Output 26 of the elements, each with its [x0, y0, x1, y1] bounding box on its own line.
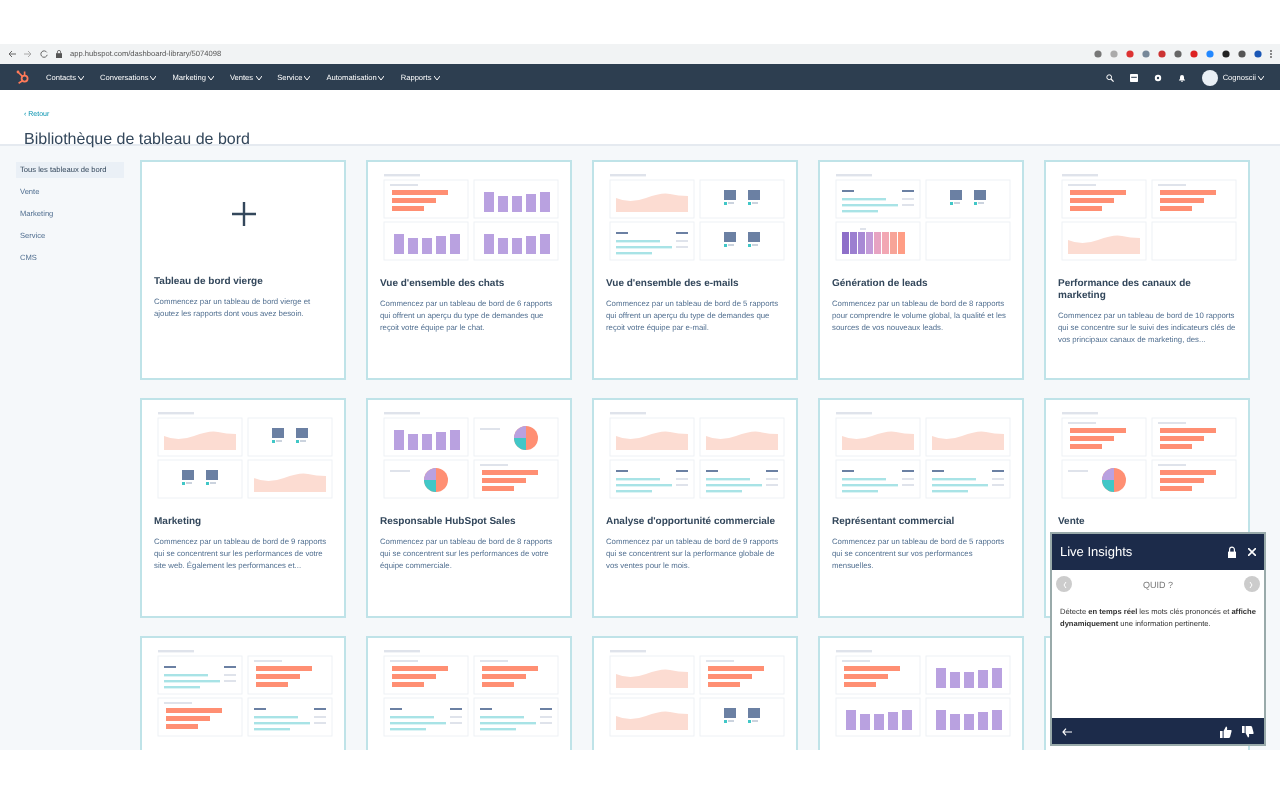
caret-icon: [255, 75, 262, 79]
close-icon[interactable]: [1248, 548, 1256, 556]
thumbs-down-icon[interactable]: [1242, 725, 1254, 737]
caret-icon: [378, 75, 385, 79]
avatar-icon[interactable]: [1202, 69, 1219, 85]
back-arrow-icon[interactable]: [1062, 727, 1072, 735]
caret-icon: [433, 75, 440, 79]
calendar-icon[interactable]: [1130, 73, 1139, 81]
chevron-right-icon: [1248, 581, 1255, 587]
bell-icon[interactable]: [1178, 73, 1187, 81]
thumbs-up-icon[interactable]: [1220, 725, 1232, 737]
caret-icon: [207, 75, 214, 79]
lock-icon: [56, 50, 62, 58]
caret-icon: [304, 75, 311, 79]
page-title: Bibliothèque de tableau de bord: [24, 130, 252, 148]
settings-icon[interactable]: [1154, 73, 1163, 81]
back-icon[interactable]: [8, 50, 16, 58]
plus-icon: [231, 202, 255, 226]
caret-icon: [150, 75, 157, 79]
lock-icon[interactable]: [1228, 546, 1236, 558]
chevron-left-icon: [1061, 581, 1067, 587]
reload-icon[interactable]: [40, 50, 48, 58]
sprocket-logo-icon[interactable]: [16, 70, 30, 84]
caret-icon: [77, 75, 84, 79]
caret-icon: [1258, 75, 1264, 79]
search-icon[interactable]: [1106, 73, 1115, 81]
